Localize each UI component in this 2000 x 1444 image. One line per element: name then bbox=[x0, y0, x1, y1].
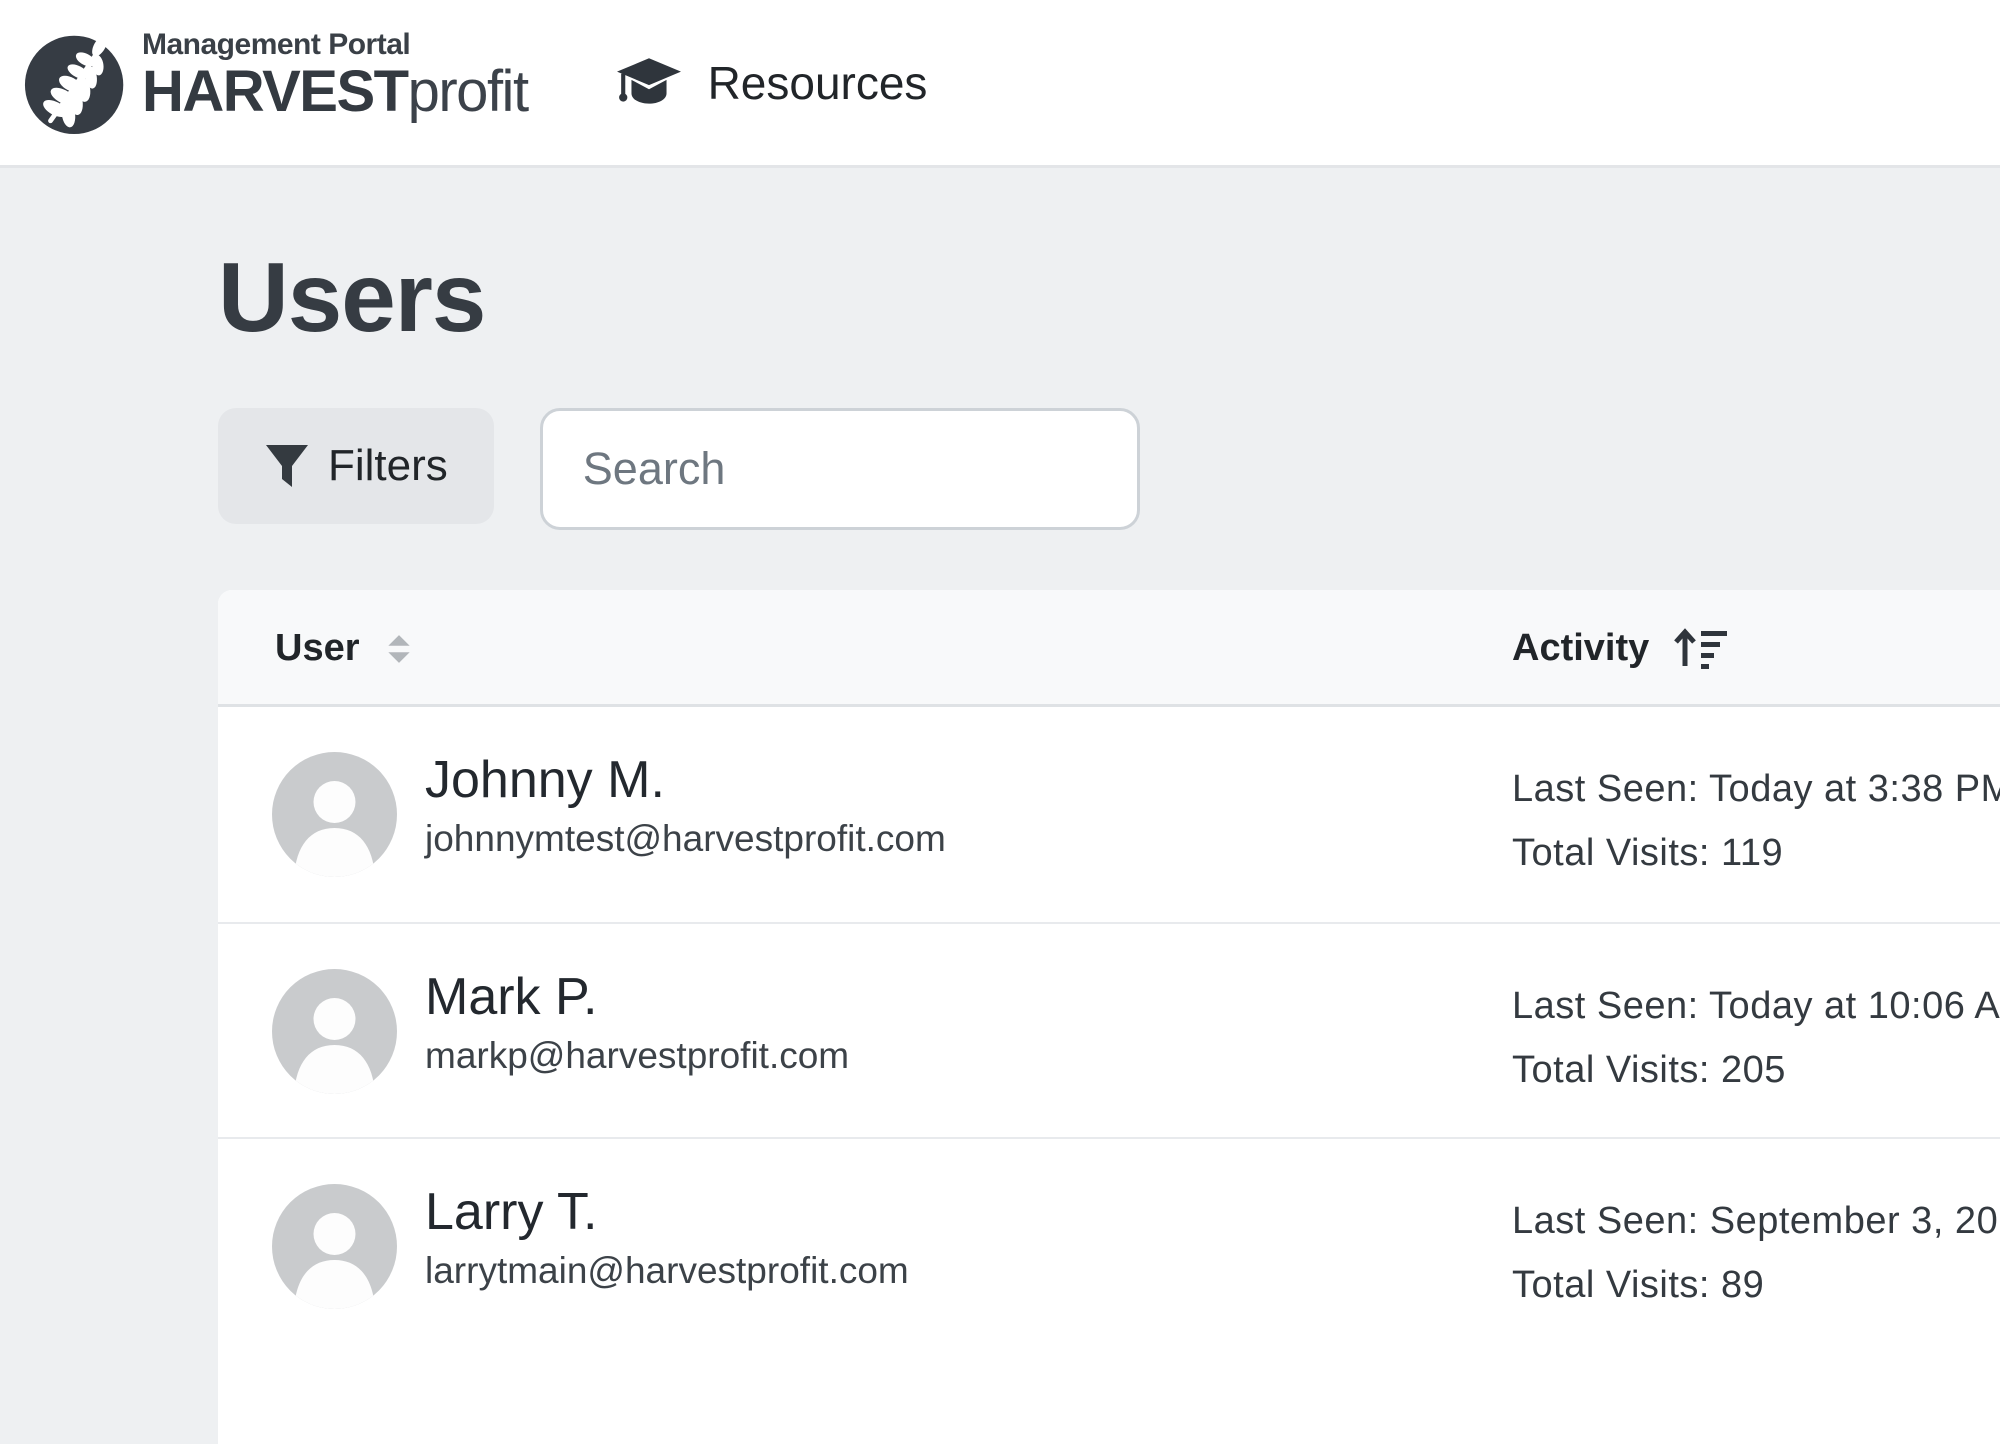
filters-button-label: Filters bbox=[328, 441, 448, 491]
user-info: Larry T. larrytmain@harvestprofit.com bbox=[425, 1179, 909, 1297]
total-visits-text: Total Visits: 119 bbox=[1512, 821, 2000, 885]
top-navbar: Management Portal HARVESTprofit Resource… bbox=[0, 0, 2000, 168]
wheat-logo-icon bbox=[24, 27, 128, 139]
user-info: Johnny M. johnnymtest@harvestprofit.com bbox=[425, 747, 946, 865]
toolbar: Filters bbox=[218, 408, 1140, 530]
main-content: Users Filters User Activity bbox=[0, 171, 2000, 347]
avatar bbox=[272, 969, 397, 1094]
nav-item-resources[interactable]: Resources bbox=[616, 56, 928, 110]
last-seen-text: Last Seen: Today at 3:38 PM bbox=[1512, 757, 2000, 821]
column-header-user[interactable]: User bbox=[275, 590, 412, 707]
table-row[interactable]: Mark P. markp@harvestprofit.com Last See… bbox=[218, 922, 2000, 1137]
column-header-activity[interactable]: Activity bbox=[1512, 590, 1729, 707]
last-seen-text: Last Seen: September 3, 2024 bbox=[1512, 1189, 2000, 1253]
column-header-user-label: User bbox=[275, 627, 360, 670]
column-header-activity-label: Activity bbox=[1512, 627, 1649, 670]
search-input[interactable] bbox=[540, 408, 1140, 530]
last-seen-text: Last Seen: Today at 10:06 AM bbox=[1512, 974, 2000, 1038]
user-name: Larry T. bbox=[425, 1179, 909, 1245]
activity-info: Last Seen: September 3, 2024 Total Visit… bbox=[1512, 1189, 2000, 1317]
avatar bbox=[272, 752, 397, 877]
table-row[interactable]: Larry T. larrytmain@harvestprofit.com La… bbox=[218, 1137, 2000, 1352]
brand-logo[interactable]: Management Portal HARVESTprofit bbox=[24, 27, 528, 139]
user-email: larrytmain@harvestprofit.com bbox=[425, 1245, 909, 1297]
users-table: User Activity bbox=[218, 590, 2000, 1444]
user-email: markp@harvestprofit.com bbox=[425, 1030, 849, 1082]
graduation-cap-icon bbox=[616, 57, 682, 109]
brand-name: HARVESTprofit bbox=[142, 62, 528, 137]
user-name: Mark P. bbox=[425, 964, 849, 1030]
filters-button[interactable]: Filters bbox=[218, 408, 494, 524]
sort-amount-up-icon bbox=[1673, 628, 1729, 670]
avatar bbox=[272, 1184, 397, 1309]
activity-info: Last Seen: Today at 3:38 PM Total Visits… bbox=[1512, 757, 2000, 885]
total-visits-text: Total Visits: 205 bbox=[1512, 1038, 2000, 1102]
table-row[interactable]: Johnny M. johnnymtest@harvestprofit.com … bbox=[218, 707, 2000, 922]
table-header-row: User Activity bbox=[218, 590, 2000, 707]
user-name: Johnny M. bbox=[425, 747, 946, 813]
nav-item-label: Resources bbox=[708, 56, 928, 110]
sort-up-down-icon bbox=[386, 633, 412, 665]
funnel-icon bbox=[264, 443, 310, 489]
brand-tagline: Management Portal bbox=[142, 28, 528, 62]
page-title: Users bbox=[218, 247, 2000, 347]
user-info: Mark P. markp@harvestprofit.com bbox=[425, 964, 849, 1082]
total-visits-text: Total Visits: 89 bbox=[1512, 1253, 2000, 1317]
user-email: johnnymtest@harvestprofit.com bbox=[425, 813, 946, 865]
activity-info: Last Seen: Today at 10:06 AM Total Visit… bbox=[1512, 974, 2000, 1102]
